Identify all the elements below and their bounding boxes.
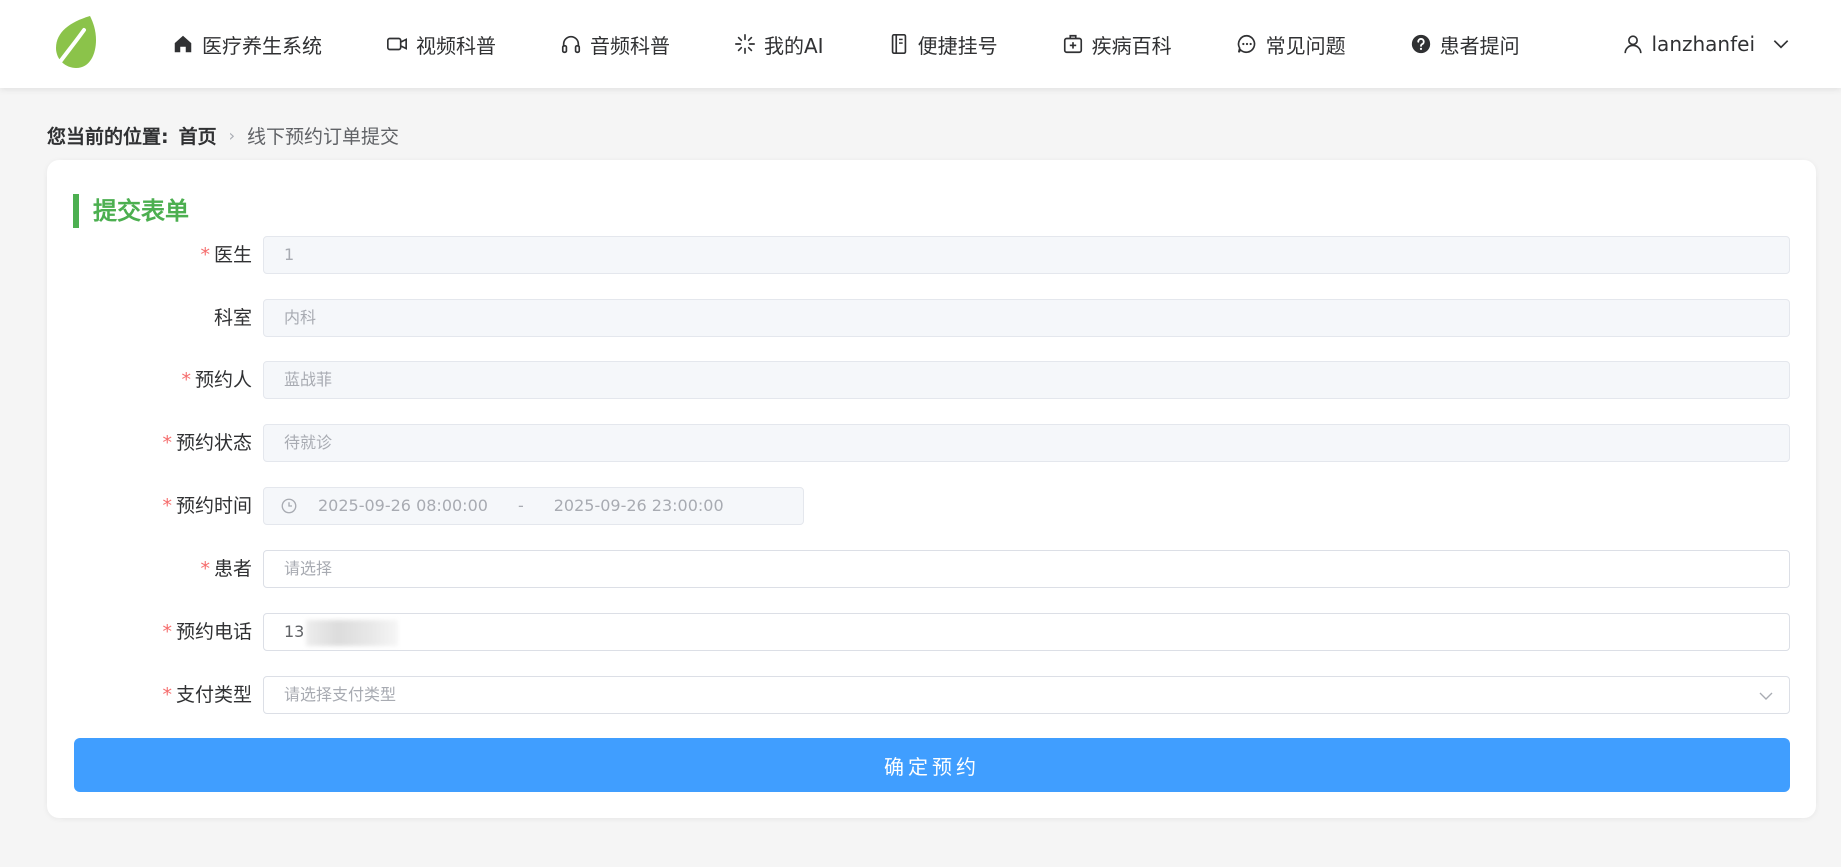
required-asterisk: * (162, 495, 172, 517)
form-row-time: * 预约时间 2025-09-26 08:00:00 - 2025-09-26 2… (47, 487, 1816, 525)
home-icon (174, 35, 192, 53)
nav-item-label: 医疗养生系统 (202, 33, 322, 58)
time-start: 2025-09-26 08:00:00 (318, 496, 488, 515)
notebook-icon (891, 34, 906, 54)
nav-item-label: 疾病百科 (1091, 33, 1172, 58)
form-row-payment: * 支付类型 请选择支付类型 (47, 676, 1816, 714)
main-nav: 医疗养生系统 视频科普 音频科普 我的AI 便捷挂号 疾病百科 常见问题 患者提… (172, 0, 1584, 88)
chevron-down-icon (1759, 692, 1773, 700)
required-asterisk: * (200, 558, 210, 580)
nav-item-label: 便捷挂号 (917, 33, 998, 58)
department-field: 内科 (263, 299, 1790, 337)
confirm-booking-button[interactable]: 确定预约 (74, 738, 1790, 792)
form-row-status: * 预约状态 待就诊 (47, 424, 1816, 462)
breadcrumb-home-link[interactable]: 首页 (179, 122, 217, 149)
phone-label: * 预约电话 (162, 621, 252, 643)
breadcrumb-chevron-icon: › (228, 125, 236, 145)
breadcrumb-current: 线下预约订单提交 (247, 125, 400, 148)
nav-item-label: 我的AI (764, 33, 824, 58)
booker-field: 蓝战菲 (263, 361, 1790, 399)
user-menu[interactable]: lanzhanfei (1622, 0, 1792, 88)
question-circle-icon (1411, 34, 1430, 54)
form-row-department: 科室 内科 (47, 299, 1816, 337)
nav-item-disease[interactable]: 疾病百科 (1062, 0, 1172, 88)
doctor-field: 1 (263, 236, 1790, 274)
form-row-phone: * 预约电话 13 (47, 613, 1816, 651)
nav-item-questions[interactable]: 患者提问 (1410, 0, 1520, 88)
nav-item-audio[interactable]: 音频科普 (560, 0, 670, 88)
time-range-separator: - (517, 496, 524, 515)
form-row-doctor: * 医生 1 (47, 236, 1816, 274)
clock-icon (281, 498, 297, 514)
required-asterisk: * (200, 244, 210, 266)
nav-item-video[interactable]: 视频科普 (386, 0, 496, 88)
redacted-phone-digits (306, 619, 399, 646)
breadcrumb: 您当前的位置: 首页 › 线下预约订单提交 (47, 122, 399, 148)
username: lanzhanfei (1651, 32, 1756, 56)
required-asterisk: * (162, 432, 172, 454)
doctor-label: * 医生 (200, 244, 252, 266)
chat-bubble-icon (1237, 34, 1255, 54)
nav-item-home[interactable]: 医疗养生系统 (172, 0, 322, 88)
department-label: 科室 (213, 307, 252, 329)
payment-placeholder: 请选择支付类型 (284, 685, 397, 704)
required-asterisk: * (181, 369, 191, 391)
nav-item-label: 常见问题 (1265, 33, 1346, 58)
video-camera-icon (387, 37, 407, 51)
patient-select[interactable]: 请选择 (263, 550, 1790, 588)
form-row-booker: * 预约人 蓝战菲 (47, 361, 1816, 399)
phone-input[interactable]: 13 (263, 613, 1790, 651)
medical-kit-icon (1063, 34, 1082, 54)
form-row-patient: * 患者 请选择 (47, 550, 1816, 588)
time-range-picker: 2025-09-26 08:00:00 - 2025-09-26 23:00:0… (263, 487, 804, 525)
patient-label: * 患者 (200, 558, 252, 580)
time-end: 2025-09-26 23:00:00 (553, 496, 724, 515)
headphones-icon (561, 35, 581, 54)
leaf-logo-icon[interactable] (50, 14, 100, 72)
payment-type-select[interactable]: 请选择支付类型 (263, 676, 1790, 714)
nav-item-label: 音频科普 (590, 33, 670, 58)
status-field: 待就诊 (263, 424, 1790, 462)
chevron-down-icon (1773, 40, 1789, 49)
user-icon (1623, 35, 1642, 54)
nav-item-registration[interactable]: 便捷挂号 (888, 0, 998, 88)
required-asterisk: * (162, 621, 172, 643)
top-navbar: 医疗养生系统 视频科普 音频科普 我的AI 便捷挂号 疾病百科 常见问题 患者提… (0, 0, 1841, 88)
nav-item-label: 视频科普 (416, 33, 496, 58)
breadcrumb-label: 您当前的位置: (47, 125, 169, 148)
time-label: * 预约时间 (162, 495, 252, 517)
status-label: * 预约状态 (162, 432, 252, 454)
booker-label: * 预约人 (181, 369, 252, 391)
form-title: 提交表单 (73, 194, 189, 228)
nav-item-faq[interactable]: 常见问题 (1236, 0, 1346, 88)
nav-item-label: 患者提问 (1439, 33, 1520, 58)
form-card: 提交表单 * 医生 1 科室 内科 * 预约人 蓝战菲 * 预约状态 待就诊 * 预约时… (47, 160, 1816, 818)
sparkle-icon (735, 34, 755, 54)
phone-value: 13 (284, 622, 305, 641)
payment-label: * 支付类型 (162, 684, 252, 706)
required-asterisk: * (162, 684, 172, 706)
nav-item-ai[interactable]: 我的AI (734, 0, 824, 88)
